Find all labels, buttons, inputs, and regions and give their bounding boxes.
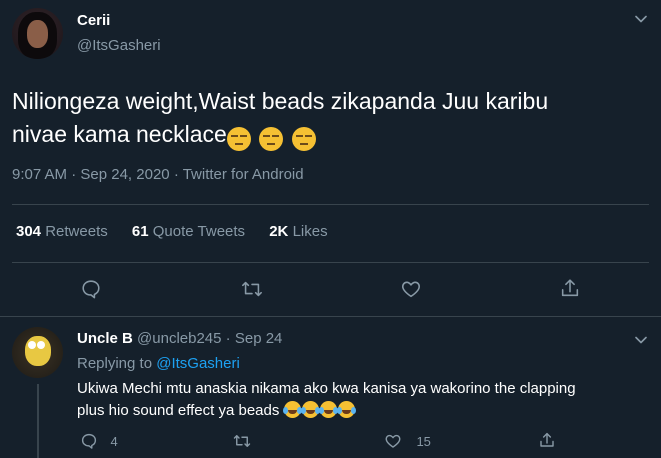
- meta-separator: ·: [225, 330, 231, 347]
- likes-stat[interactable]: 2K Likes: [269, 223, 327, 240]
- quotes-label: Quote Tweets: [152, 223, 246, 240]
- retweet-icon[interactable]: [232, 432, 252, 450]
- meta-separator: ·: [173, 166, 179, 183]
- face-with-tears-of-joy-icon: [282, 401, 302, 418]
- replying-to: Replying to @ItsGasheri: [77, 355, 240, 372]
- unamused-face-emoji-group: [226, 121, 318, 154]
- divider: [0, 316, 661, 317]
- share-icon[interactable]: [538, 431, 556, 449]
- tweet-date[interactable]: Sep 24, 2020: [80, 166, 169, 183]
- reply-author-handle[interactable]: @uncleb245: [137, 330, 221, 347]
- likes-label: Likes: [292, 223, 328, 240]
- reply-text-line: Ukiwa Mechi mtu anaskia nikama ako kwa k…: [77, 380, 576, 397]
- tweet-text-line: nivae kama necklace: [12, 121, 227, 147]
- reply-icon: [81, 433, 97, 449]
- tweet-stats: 304 Retweets 61 Quote Tweets 2K Likes: [16, 223, 348, 240]
- unamused-face-icon: [259, 126, 284, 151]
- likes-count: 2K: [269, 223, 289, 240]
- thread-connector: [37, 384, 39, 458]
- replying-prefix: Replying to: [77, 355, 153, 372]
- reply-text: Ukiwa Mechi mtu anaskia nikama ako kwa k…: [77, 378, 647, 422]
- tweet-text: Niliongeza weight,Waist beads zikapanda …: [12, 85, 652, 154]
- reply-author-name[interactable]: Uncle B: [77, 330, 133, 347]
- like-count: 15: [416, 433, 431, 449]
- author-display-name[interactable]: Cerii: [77, 12, 110, 29]
- more-options-chevron-icon[interactable]: [634, 12, 648, 31]
- meta-separator: ·: [71, 166, 77, 183]
- like-icon[interactable]: [400, 278, 422, 300]
- unamused-face-icon: [291, 126, 316, 151]
- retweet-icon[interactable]: [240, 278, 264, 300]
- like-icon: [385, 434, 401, 448]
- tweet-text-line: Niliongeza weight,Waist beads zikapanda …: [12, 88, 549, 114]
- avatar[interactable]: [12, 8, 63, 59]
- replying-to-link[interactable]: @ItsGasheri: [156, 355, 240, 372]
- face-with-tears-of-joy-icon: [300, 401, 320, 418]
- face-with-tears-of-joy-icon: [336, 401, 356, 418]
- unamused-face-icon: [226, 126, 251, 151]
- tweet-metadata: 9:07 AM · Sep 24, 2020 · Twitter for And…: [12, 166, 304, 183]
- retweets-count: 304: [16, 223, 42, 240]
- more-options-chevron-icon[interactable]: [634, 333, 648, 352]
- retweets-stat[interactable]: 304 Retweets: [16, 223, 108, 240]
- divider: [12, 204, 649, 205]
- reply-text-line: plus hio sound effect ya beads: [77, 402, 280, 419]
- face-with-tears-of-joy-icon: [318, 401, 338, 418]
- quote-tweets-stat[interactable]: 61 Quote Tweets: [132, 223, 245, 240]
- reply-date[interactable]: Sep 24: [235, 330, 283, 347]
- quotes-count: 61: [131, 223, 149, 240]
- tweet-source[interactable]: Twitter for Android: [183, 166, 304, 183]
- reply-button[interactable]: 4: [80, 432, 118, 450]
- reply-count: 4: [110, 433, 118, 449]
- retweets-label: Retweets: [45, 223, 108, 240]
- share-icon[interactable]: [559, 277, 581, 299]
- author-handle[interactable]: @ItsGasheri: [77, 37, 161, 54]
- tweet-time[interactable]: 9:07 AM: [12, 166, 67, 183]
- avatar[interactable]: [12, 327, 63, 378]
- reply-icon[interactable]: [80, 278, 102, 300]
- like-button[interactable]: 15: [384, 432, 431, 450]
- reply-header: Uncle B @uncleb245 · Sep 24: [77, 330, 282, 347]
- divider: [12, 262, 649, 263]
